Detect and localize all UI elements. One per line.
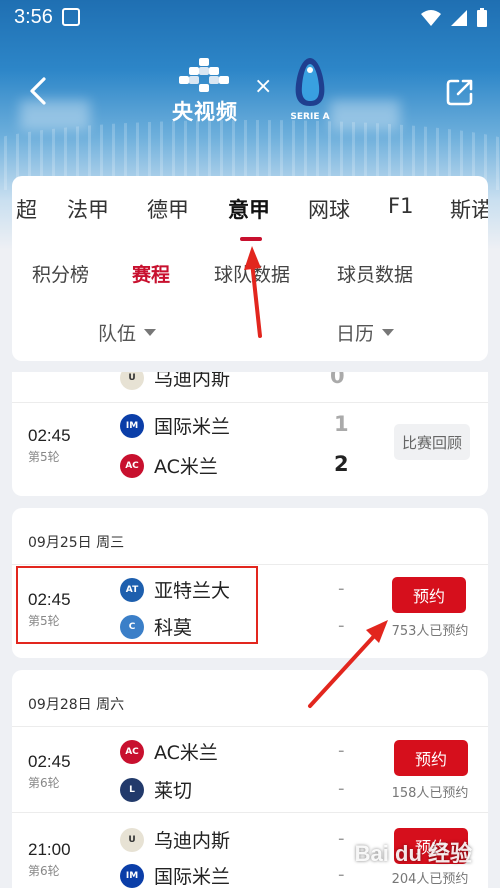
replay-button[interactable]: 比赛回顾 <box>394 424 470 460</box>
away-score: - <box>338 778 345 799</box>
away-score: - <box>338 615 345 636</box>
kickoff-time: 21:00 <box>28 840 71 859</box>
share-icon[interactable] <box>444 76 476 108</box>
match-card: U 乌迪内斯 0 02:45 第5轮 IM 国际米兰 AC AC米兰 1 2 比… <box>12 372 488 496</box>
tab-premier-league[interactable]: 超 <box>16 194 37 224</box>
home-score: - <box>338 740 345 761</box>
away-score: 2 <box>334 452 349 476</box>
home-team[interactable]: U 乌迪内斯 <box>120 826 230 853</box>
home-team[interactable]: AC AC米兰 <box>120 738 218 765</box>
calendar-filter-label: 日历 <box>336 323 375 345</box>
calendar-filter[interactable]: 日历 <box>336 319 395 346</box>
match-time: 21:00 第6轮 <box>28 840 71 879</box>
subtab-player-stats[interactable]: 球员数据 <box>337 260 413 287</box>
booked-count: 204人已预约 <box>391 872 469 887</box>
kickoff-time: 02:45 <box>28 752 71 771</box>
notification-icon <box>62 8 80 26</box>
stadium-light <box>330 100 400 130</box>
udinese-logo-icon: U <box>120 372 144 390</box>
ac-milan-logo-icon: AC <box>120 453 144 478</box>
status-bar: 3:56 <box>0 0 500 36</box>
away-team[interactable]: IM 国际米兰 <box>120 862 230 888</box>
league-tabs: 超 法甲 德甲 意甲 网球 F1 斯诺 <box>12 194 488 234</box>
team-name: 乌迪内斯 <box>154 372 231 390</box>
chevron-down-icon <box>144 329 157 336</box>
subtab-standings[interactable]: 积分榜 <box>32 260 89 287</box>
date-header: 09月25日 周三 <box>28 535 125 551</box>
highlight-box <box>16 566 258 644</box>
home-score: 1 <box>334 412 349 436</box>
brand-name: 央视频 <box>172 100 238 124</box>
away-team[interactable]: AC AC米兰 <box>120 452 218 479</box>
tab-tennis[interactable]: 网球 <box>308 194 350 224</box>
ac-milan-logo-icon: AC <box>120 739 144 764</box>
battery-icon <box>477 8 487 27</box>
match-time: 02:45 第6轮 <box>28 752 71 791</box>
divider <box>12 564 488 565</box>
divider <box>12 402 488 403</box>
home-score: - <box>338 828 345 849</box>
round-label: 第6轮 <box>28 864 60 878</box>
active-tab-indicator <box>240 237 262 241</box>
wifi-icon <box>421 10 441 26</box>
clock: 3:56 <box>14 6 53 28</box>
divider <box>12 812 488 813</box>
tab-bundesliga[interactable]: 德甲 <box>147 194 189 224</box>
away-score: - <box>338 864 345 885</box>
subtab-schedule[interactable]: 赛程 <box>132 260 170 287</box>
team-name: 乌迪内斯 <box>154 830 231 852</box>
serie-a-label: SERIE A <box>290 112 330 122</box>
times-sign: × <box>254 74 273 99</box>
tab-serie-a[interactable]: 意甲 <box>228 194 270 224</box>
tab-f1[interactable]: F1 <box>388 194 413 218</box>
team-filter-label: 队伍 <box>98 323 137 345</box>
round-label: 第6轮 <box>28 776 60 790</box>
cctv-logo-icon <box>179 58 229 92</box>
home-team[interactable]: IM 国际米兰 <box>120 412 230 439</box>
cctv-brand: 央视频 <box>170 58 240 126</box>
home-score: - <box>338 578 345 599</box>
round-label: 第5轮 <box>28 450 60 464</box>
partial-score: 0 <box>330 372 345 388</box>
team-name: 国际米兰 <box>154 416 231 438</box>
chevron-down-icon <box>382 329 395 336</box>
team-name: AC米兰 <box>154 456 218 478</box>
partial-team-row: U 乌迪内斯 <box>120 372 230 391</box>
match-time: 02:45 第5轮 <box>28 426 71 465</box>
away-team[interactable]: L 莱切 <box>120 776 192 803</box>
lecce-logo-icon: L <box>120 777 144 802</box>
serie-a-icon <box>295 58 325 106</box>
kickoff-time: 02:45 <box>28 426 71 445</box>
back-icon[interactable] <box>24 76 54 106</box>
team-name: 国际米兰 <box>154 866 231 888</box>
signal-icon <box>451 10 467 26</box>
league-nav-card: 超 法甲 德甲 意甲 网球 F1 斯诺 积分榜 赛程 球队数据 球员数据 队伍 … <box>12 176 488 361</box>
baidu-watermark: Bai du 经验 <box>354 841 472 866</box>
subtab-team-stats[interactable]: 球队数据 <box>214 260 290 287</box>
date-header: 09月28日 周六 <box>28 697 125 713</box>
inter-logo-icon: IM <box>120 413 144 438</box>
divider <box>12 726 488 727</box>
inter-logo-icon: IM <box>120 863 144 888</box>
booked-count: 158人已预约 <box>391 786 469 801</box>
team-filter[interactable]: 队伍 <box>98 319 157 346</box>
tab-snooker[interactable]: 斯诺 <box>450 194 488 224</box>
booked-count: 753人已预约 <box>391 624 469 639</box>
udinese-logo-icon: U <box>120 827 144 852</box>
tab-ligue1[interactable]: 法甲 <box>67 194 109 224</box>
reserve-button[interactable]: 预约 <box>392 577 466 613</box>
team-name: AC米兰 <box>154 742 218 764</box>
team-name: 莱切 <box>154 780 193 802</box>
serie-a-logo: SERIE A <box>285 56 335 122</box>
reserve-button[interactable]: 预约 <box>394 740 468 776</box>
